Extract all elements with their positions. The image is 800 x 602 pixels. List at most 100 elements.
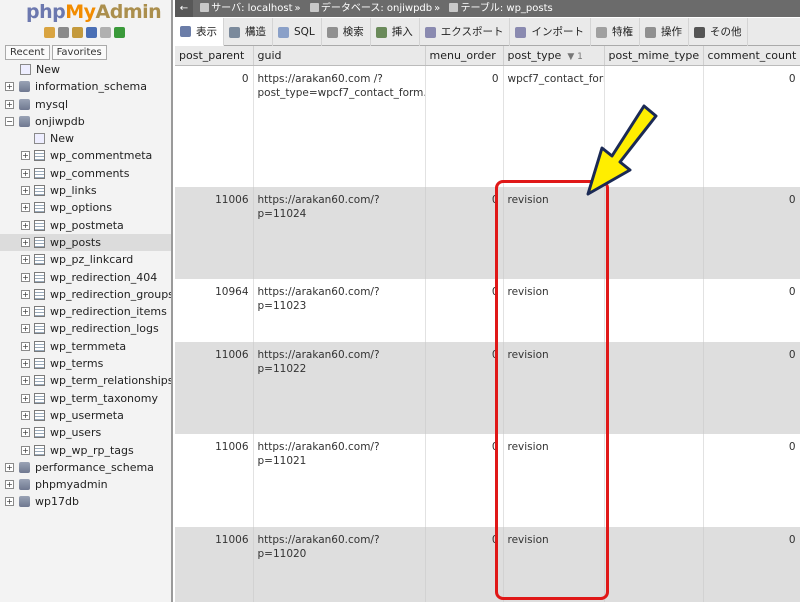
tab-import[interactable]: インポート [510,18,591,46]
tree-table-wp_redirection_groups[interactable]: + wp_redirection_groups [0,286,171,303]
column-header-post-type[interactable]: post_type ▼ 1 [503,46,605,66]
cell-guid[interactable]: https://arakan60.com/?p=11020 [253,527,426,602]
tree-table-wp_redirection_items[interactable]: + wp_redirection_items [0,303,171,320]
cell-guid[interactable]: https://arakan60.com/?p=11023 [253,279,426,342]
expand-icon[interactable]: + [21,324,30,334]
cell-menu-order[interactable]: 0 [425,434,504,527]
cell-post-type[interactable]: revision [503,187,605,279]
cell-post-mime-type[interactable] [604,65,704,187]
cell-post-mime-type[interactable] [604,279,704,342]
cell-guid[interactable]: https://arakan60.com /?post_type=wpcf7_c… [253,65,426,187]
cell-post-mime-type[interactable] [604,187,704,279]
cell-post-parent[interactable]: 11006 [175,434,254,527]
expand-icon[interactable]: + [21,203,30,213]
column-header-guid[interactable]: guid [253,46,426,66]
cell-comment-count[interactable]: 0 [703,527,800,602]
collapse-icon[interactable]: − [5,116,14,126]
column-header-post-mime-type[interactable]: post_mime_type [604,46,704,66]
expand-icon[interactable]: + [5,99,14,109]
tree-table-wp_usermeta[interactable]: + wp_usermeta [0,407,171,424]
tree-table-wp_users[interactable]: + wp_users [0,424,171,441]
tree-table-wp_links[interactable]: + wp_links [0,182,171,199]
tab-recent[interactable]: Recent [5,45,50,60]
expand-icon[interactable]: + [21,272,30,282]
tree-db-wp17db[interactable]: + wp17db [0,493,171,510]
docs-icon[interactable] [100,27,111,38]
reload-icon[interactable] [114,27,125,38]
tree-db-information_schema[interactable]: + information_schema [0,78,171,95]
expand-icon[interactable]: + [21,220,30,230]
expand-icon[interactable]: + [5,462,14,472]
tree-table-wp_term_taxonomy[interactable]: + wp_term_taxonomy [0,390,171,407]
cell-menu-order[interactable]: 0 [425,279,504,342]
column-header-post-parent[interactable]: post_parent [175,46,254,66]
tree-table-wp_redirection_404[interactable]: + wp_redirection_404 [0,269,171,286]
tab-search[interactable]: 検索 [322,18,371,46]
cell-guid[interactable]: https://arakan60.com/?p=11021 [253,434,426,527]
expand-icon[interactable]: + [21,186,30,196]
expand-icon[interactable]: + [21,445,30,455]
breadcrumb-database[interactable]: データベース: onjiwpdb [321,3,432,14]
table-row[interactable]: 11006 https://arakan60.com/?p=11024 0 revis… [175,187,800,279]
tab-browse[interactable]: 表示 [175,18,224,46]
home-icon[interactable] [44,27,55,38]
tree-db-onjiwpdb[interactable]: − onjiwpdb [0,113,171,130]
table-row[interactable]: 11006 https://arakan60.com/?p=11021 0 revis… [175,434,800,527]
expand-icon[interactable]: + [5,82,14,92]
expand-icon[interactable]: + [21,255,30,265]
cell-post-parent[interactable]: 10964 [175,279,254,342]
tab-structure[interactable]: 構造 [224,18,273,46]
cell-menu-order[interactable]: 0 [425,527,504,602]
tree-table-wp_options[interactable]: + wp_options [0,199,171,216]
expand-icon[interactable]: + [21,237,30,247]
tab-more[interactable]: その他 [689,18,749,46]
tab-operations[interactable]: 操作 [640,18,689,46]
query-icon[interactable] [72,27,83,38]
tree-db-new-table[interactable]: New [0,130,171,147]
sort-indicator[interactable]: ▼ 1 [567,52,583,62]
tab-insert[interactable]: 挿入 [371,18,420,46]
tab-sql[interactable]: SQL [273,18,322,46]
tab-privileges[interactable]: 特権 [591,18,640,46]
cell-post-parent[interactable]: 11006 [175,187,254,279]
tree-table-wp_commentmeta[interactable]: + wp_commentmeta [0,147,171,164]
phpmyadmin-logo[interactable]: phpMyAdmin [26,1,162,23]
tree-db-mysql[interactable]: + mysql [0,96,171,113]
table-row[interactable]: 11006 https://arakan60.com/?p=11020 0 revis… [175,527,800,602]
expand-icon[interactable]: + [21,359,30,369]
tree-db-performance_schema[interactable]: + performance_schema [0,459,171,476]
expand-icon[interactable]: + [21,341,30,351]
cell-menu-order[interactable]: 0 [425,65,504,187]
expand-icon[interactable]: + [21,410,30,420]
expand-icon[interactable]: + [21,307,30,317]
expand-icon[interactable]: + [21,289,30,299]
cell-post-type[interactable]: revision [503,527,605,602]
tree-table-wp_terms[interactable]: + wp_terms [0,355,171,372]
table-row[interactable]: 11006 https://arakan60.com/?p=11022 0 revis… [175,342,800,434]
cell-guid[interactable]: https://arakan60.com/?p=11022 [253,342,426,434]
tree-new-database[interactable]: New [0,61,171,78]
tree-table-wp_postmeta[interactable]: + wp_postmeta [0,217,171,234]
tree-table-wp_redirection_logs[interactable]: + wp_redirection_logs [0,320,171,337]
tree-table-wp_comments[interactable]: + wp_comments [0,165,171,182]
cell-post-type[interactable]: revision [503,279,605,342]
cell-post-mime-type[interactable] [604,434,704,527]
help-icon[interactable] [86,27,97,38]
cell-post-type[interactable]: wpcf7_contact_form [503,65,605,187]
cell-guid[interactable]: https://arakan60.com/?p=11024 [253,187,426,279]
expand-icon[interactable]: + [5,497,14,507]
column-header-menu-order[interactable]: menu_order [425,46,504,66]
table-row[interactable]: 0 https://arakan60.com /?post_type=wpcf7_… [175,65,800,187]
tree-table-wp_wp_rp_tags[interactable]: + wp_wp_rp_tags [0,442,171,459]
column-header-comment-count[interactable]: comment_count [703,46,800,66]
tree-table-wp_term_relationships[interactable]: + wp_term_relationships [0,372,171,389]
cell-post-parent[interactable]: 11006 [175,527,254,602]
tree-table-wp_termmeta[interactable]: + wp_termmeta [0,338,171,355]
tab-export[interactable]: エクスポート [420,18,511,46]
tab-favorites[interactable]: Favorites [51,45,107,60]
tree-db-phpmyadmin[interactable]: + phpmyadmin [0,476,171,493]
cell-menu-order[interactable]: 0 [425,187,504,279]
tree-table-wp_pz_linkcard[interactable]: + wp_pz_linkcard [0,251,171,268]
expand-icon[interactable]: + [21,151,30,161]
breadcrumb-table[interactable]: テーブル: wp_posts [460,3,552,14]
